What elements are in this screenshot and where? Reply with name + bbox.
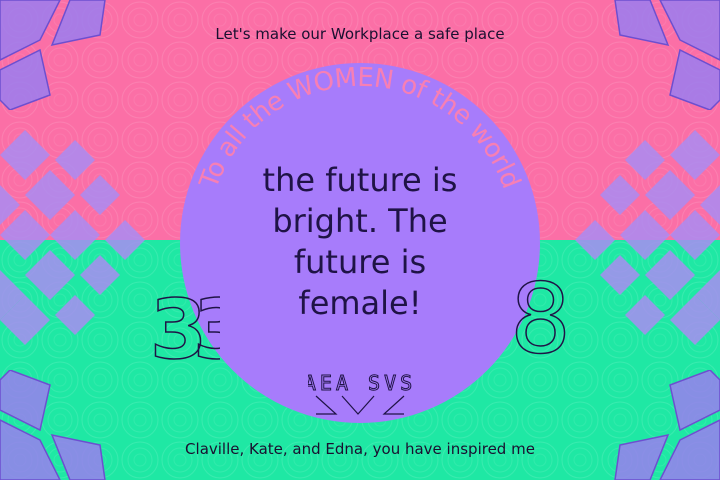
- bottom-left-leaf-ornament: [0, 370, 106, 480]
- top-tagline: Let's make our Workplace a safe place: [215, 25, 505, 43]
- bottom-tagline: Claville, Kate, and Edna, you have inspi…: [185, 440, 535, 458]
- headline-line-1: the future is: [262, 161, 458, 199]
- left-diamond-lattice: [0, 130, 145, 345]
- left-33-ornament: 33: [150, 282, 220, 370]
- top-right-leaf-ornament: [614, 0, 720, 110]
- center-glyph-ornament: AEA SVS: [308, 371, 412, 415]
- svg-text:AEA SVS: AEA SVS: [308, 371, 412, 395]
- svg-text:33: 33: [150, 283, 220, 370]
- top-left-leaf-ornament: [0, 0, 106, 110]
- right-diamond-lattice: [575, 130, 720, 345]
- greeting-card: To all the WOMEN of the world Let's make…: [0, 0, 720, 480]
- svg-text:8: 8: [510, 263, 568, 362]
- headline: the future is bright. The future is fema…: [240, 160, 480, 324]
- headline-line-2: bright. The: [272, 202, 448, 240]
- right-8-ornament: 8: [509, 262, 568, 362]
- headline-line-4: female!: [298, 284, 422, 322]
- bottom-right-leaf-ornament: [614, 370, 720, 480]
- headline-line-3: future is: [293, 243, 427, 281]
